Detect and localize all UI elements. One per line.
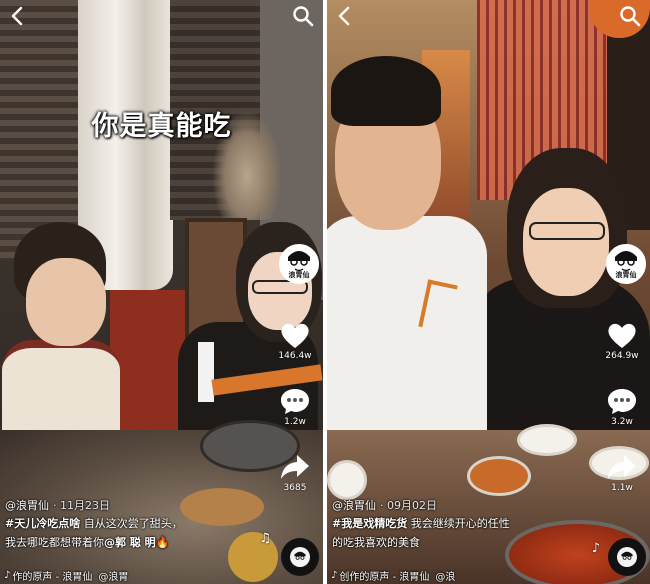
creator-avatar[interactable]: 浪胃仙 — [279, 244, 319, 284]
music-note-icon: ♪ — [4, 570, 11, 581]
post-date: · 11月23日 — [53, 499, 110, 512]
description-text: 我去哪吃都想带着你 — [5, 536, 104, 549]
music-bar[interactable]: ♪ 创作的原声 - 浪胃仙 @浪 — [331, 568, 455, 583]
music-title: 作的原声 - 浪胃仙 — [12, 572, 93, 583]
comment-bubble-icon — [608, 389, 636, 414]
comment-count: 3.2w — [611, 417, 633, 427]
music-author: @浪胃 — [98, 572, 129, 583]
video-panel-right[interactable]: 浪胃仙 264.9w 3.2w 1.1w @浪胃仙 · 09月02日 #我是戏精吃… — [327, 0, 650, 584]
search-icon[interactable] — [618, 4, 642, 28]
share-button[interactable]: 3685 — [277, 452, 313, 493]
music-bar[interactable]: ♪ 作的原声 - 浪胃仙 @浪胃 — [4, 568, 128, 583]
hashtag[interactable]: #天儿冷吃点啥 — [5, 517, 80, 530]
share-arrow-icon — [608, 455, 636, 479]
music-note-icon: ♪ — [591, 541, 600, 556]
bowl — [327, 460, 367, 500]
share-count: 3685 — [283, 483, 307, 493]
avatar-name-tag: 浪胃仙 — [288, 271, 310, 279]
like-count: 146.4w — [278, 351, 312, 361]
share-count: 1.1w — [611, 483, 633, 493]
disc-avatar-icon — [290, 547, 310, 567]
like-button[interactable]: 146.4w — [277, 320, 313, 361]
avatar-name-tag: 浪胃仙 — [615, 271, 637, 279]
author-line: @浪胃仙 · 09月02日 — [332, 497, 437, 513]
person-smiling-man — [327, 56, 487, 466]
music-title: 创作的原声 - 浪胃仙 — [339, 572, 430, 583]
video-description: #我是戏精吃货 我会继续开心的任性 的吃我喜欢的美食 — [332, 514, 597, 552]
disc-avatar-icon — [617, 547, 637, 567]
author-handle[interactable]: @浪胃仙 — [5, 499, 49, 512]
description-text: 的吃我喜欢的美食 — [332, 536, 420, 549]
like-count: 264.9w — [605, 351, 639, 361]
comment-button[interactable]: 3.2w — [604, 386, 640, 427]
music-disc[interactable] — [608, 538, 646, 576]
author-handle[interactable]: @浪胃仙 — [332, 499, 376, 512]
music-disc[interactable] — [281, 538, 319, 576]
hashtag[interactable]: #我是戏精吃货 — [332, 517, 407, 530]
comment-bubble-icon — [281, 389, 309, 414]
creator-avatar[interactable]: 浪胃仙 — [606, 244, 646, 284]
video-subtitle-caption: 你是真能吃 — [91, 111, 232, 142]
share-button[interactable]: 1.1w — [604, 452, 640, 493]
music-note-icon: ♫ — [259, 531, 271, 546]
music-note-icon: ♪ — [331, 570, 338, 581]
user-mention[interactable]: @郭 聪 明 — [104, 536, 156, 549]
heart-icon — [281, 323, 309, 348]
video-panel-left[interactable]: 你是真能吃 浪胃仙 146.4w 1.2w 3685 @浪胃仙 · 11月23日… — [0, 0, 323, 584]
description-text: 我会继续开心的任性 — [407, 517, 510, 530]
author-line: @浪胃仙 · 11月23日 — [5, 497, 110, 513]
share-arrow-icon — [281, 455, 309, 479]
comment-count: 1.2w — [284, 417, 306, 427]
red-decoration — [110, 290, 185, 440]
fire-emoji-icon: 🔥 — [155, 536, 170, 549]
music-author: @浪 — [435, 572, 456, 583]
video-description: #天儿冷吃点啥 自从这次尝了甜头， 我去哪吃都想带着你@郭 聪 明🔥 — [5, 514, 270, 552]
post-date: · 09月02日 — [380, 499, 437, 512]
bowl — [517, 424, 577, 456]
back-arrow-icon[interactable] — [333, 4, 357, 28]
heart-icon — [608, 323, 636, 348]
back-arrow-icon[interactable] — [6, 4, 30, 28]
soup-bowl — [467, 456, 531, 496]
like-button[interactable]: 264.9w — [604, 320, 640, 361]
description-text: 自从这次尝了甜头， — [80, 517, 183, 530]
search-icon[interactable] — [291, 4, 315, 28]
comment-button[interactable]: 1.2w — [277, 386, 313, 427]
